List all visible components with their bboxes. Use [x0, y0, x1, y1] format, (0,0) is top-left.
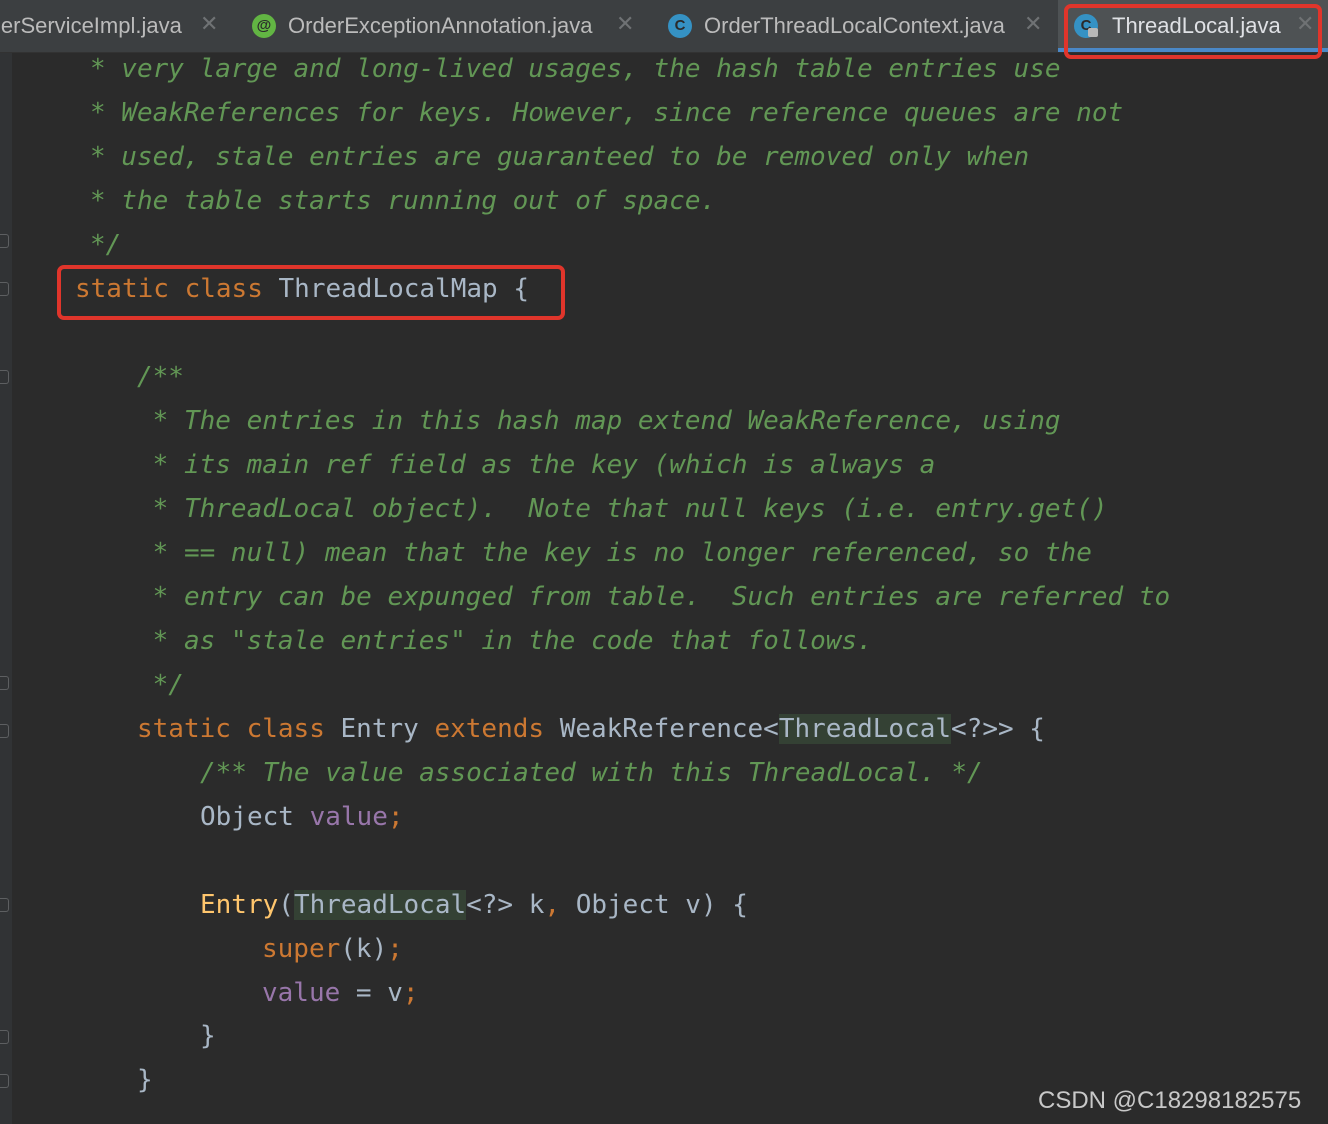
closing-brace: } [200, 1021, 216, 1051]
semicolon: ; [387, 802, 404, 832]
field-declaration: Object value; [200, 801, 404, 833]
constructor-name: Entry [200, 890, 279, 920]
annotation-icon: @ [252, 14, 276, 38]
comma: , [544, 890, 561, 920]
code-comment-line: /** The value associated with this Threa… [200, 758, 983, 788]
super-type: WeakReference< [559, 714, 779, 744]
code-highlight-box [57, 265, 565, 320]
close-icon[interactable]: ✕ [616, 11, 634, 37]
code-comment-line: * its main ref field as the key (which i… [137, 450, 936, 480]
tab-highlight-box [1064, 4, 1322, 59]
field-name: value [262, 978, 341, 1008]
tab-label: OrderThreadLocalContext.java [704, 13, 1005, 38]
code-comment-line: */ [137, 670, 184, 700]
keyword-super: super [262, 934, 341, 964]
code-comment-line: /** [137, 362, 184, 392]
closing-brace: } [137, 1065, 153, 1095]
editor-gutter [0, 53, 12, 1124]
close-icon[interactable]: ✕ [1024, 11, 1042, 37]
fold-icon[interactable] [0, 1030, 9, 1044]
code-comment-line: * the table starts running out of space. [90, 186, 717, 216]
type-rest: <?>> { [951, 714, 1045, 744]
close-icon[interactable]: ✕ [200, 11, 218, 37]
tab-order-thread-local-context[interactable]: C OrderThreadLocalContext.java ✕ [660, 0, 1056, 52]
tab-label: OrderExceptionAnnotation.java [288, 13, 593, 38]
semicolon: ; [402, 978, 419, 1008]
tab-order-exception-annotation[interactable]: @ OrderExceptionAnnotation.java ✕ [242, 0, 650, 52]
code-comment-line: * WeakReferences for keys. However, sinc… [90, 98, 1124, 128]
class-name: Entry [340, 714, 419, 744]
code-comment-line: * used, stale entries are guaranteed to … [90, 142, 1030, 172]
code-comment-line: * == null) mean that the key is no longe… [137, 538, 1092, 568]
fold-icon[interactable] [0, 282, 9, 296]
fold-icon[interactable] [0, 370, 9, 384]
fold-icon[interactable] [0, 724, 9, 738]
params: <?> k [466, 890, 545, 920]
code-comment-line: * very large and long-lived usages, the … [90, 54, 1061, 84]
code-comment-line: */ [90, 230, 122, 260]
tab-label: lerServiceImpl.java [0, 13, 182, 38]
fold-icon[interactable] [0, 676, 9, 690]
params: Object v) { [560, 890, 748, 920]
fold-icon[interactable] [0, 1074, 9, 1088]
assign-expr: = v [340, 978, 403, 1008]
code-comment-line: * ThreadLocal object). Note that null ke… [137, 494, 1108, 524]
tab-order-service-impl[interactable]: lerServiceImpl.java ✕ [0, 0, 232, 52]
fold-icon[interactable] [0, 234, 9, 248]
code-comment-line: * as "stale entries" in the code that fo… [137, 626, 873, 656]
field-type: Object [200, 802, 294, 832]
constructor-declaration: Entry(ThreadLocal<?> k, Object v) { [200, 889, 748, 921]
super-call: super(k); [262, 933, 403, 965]
code-comment-line: * The entries in this hash map extend We… [137, 406, 1061, 436]
field-name: value [309, 802, 388, 832]
class-declaration-entry: static class Entry extends WeakReference… [137, 713, 1045, 745]
generic-type-highlighted: ThreadLocal [778, 714, 952, 744]
assignment-statement: value = v; [262, 977, 419, 1009]
semicolon: ; [387, 934, 403, 964]
paren: ( [278, 890, 294, 920]
args: (k) [340, 934, 388, 964]
watermark: CSDN @C18298182575 [1038, 1087, 1302, 1114]
keyword-extends: extends [434, 714, 545, 744]
keyword-static: static [137, 714, 231, 744]
keyword-class: class [246, 714, 325, 744]
generic-type-highlighted: ThreadLocal [293, 890, 467, 920]
code-comment-line: * entry can be expunged from table. Such… [137, 582, 1171, 612]
fold-icon[interactable] [0, 898, 9, 912]
class-icon: C [668, 14, 692, 38]
